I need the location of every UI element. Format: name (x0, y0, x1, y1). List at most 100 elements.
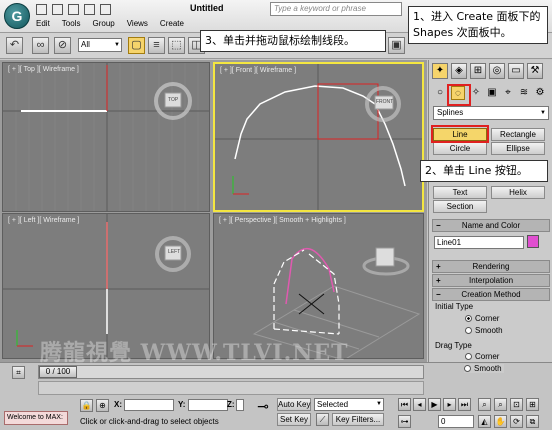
open-file-icon[interactable] (52, 4, 63, 15)
absolute-mode-icon[interactable]: ⊕ (96, 399, 109, 412)
cameras-icon[interactable]: ▣ (485, 86, 499, 100)
time-slider[interactable]: 0 / 100 (38, 365, 424, 379)
field-of-view-icon[interactable]: ◭ (478, 415, 491, 428)
coord-x-field[interactable] (124, 399, 174, 411)
orbit-icon[interactable]: ⟳ (510, 415, 523, 428)
viewcube (375, 247, 395, 267)
viewport-label[interactable]: [ + ][ Perspective ][ Smooth + Highlight… (219, 217, 346, 224)
zoom-icon[interactable]: ⌕ (478, 398, 491, 411)
object-name-field[interactable]: Line01 (434, 236, 524, 249)
systems-icon[interactable]: ⚙ (533, 86, 547, 100)
top-viewport[interactable]: [ + ][ Top ][ Wireframe ] TOP (2, 62, 210, 212)
document-title: Untitled (190, 3, 224, 13)
callout-step1: 1、进入 Create 面板下的 Shapes 次面板中。 (408, 6, 548, 44)
selected-dropdown[interactable]: Selected (314, 398, 384, 411)
maxscript-listener[interactable]: Welcome to MAX: (4, 411, 68, 425)
display-tab-icon[interactable]: ▭ (508, 63, 524, 79)
undo-button[interactable]: ↶ (6, 37, 23, 54)
pan-icon[interactable]: ✋ (494, 415, 507, 428)
creation-method-rollout[interactable]: − Creation Method (432, 288, 550, 301)
previous-frame-icon[interactable]: ◂ (413, 398, 426, 411)
viewport-label[interactable]: [ + ][ Left ][ Wireframe ] (8, 217, 79, 224)
selection-filter-select[interactable]: All (78, 38, 122, 52)
initial-smooth-radio[interactable]: Smooth (465, 326, 503, 335)
viewport-label[interactable]: [ + ][ Front ][ Wireframe ] (220, 67, 296, 74)
key-mode-icon[interactable]: ⊶ (398, 415, 411, 428)
hierarchy-tab-icon[interactable]: ⊞ (470, 63, 486, 79)
select-object-button[interactable]: ▢ (128, 37, 145, 54)
motion-tab-icon[interactable]: ◎ (489, 63, 505, 79)
helix-button[interactable]: Helix (491, 186, 545, 199)
set-key-button[interactable]: Set Key (277, 413, 311, 426)
menu-create[interactable]: Create (160, 19, 184, 32)
default-tangent-icon[interactable]: ⟋ (316, 413, 329, 426)
render-setup-icon[interactable]: ▣ (388, 37, 405, 54)
lights-icon[interactable]: ✧ (469, 86, 483, 100)
track-bar[interactable] (38, 381, 424, 395)
coord-y-field[interactable] (188, 399, 228, 411)
search-input[interactable]: Type a keyword or phrase (270, 2, 402, 16)
command-panel: ✦ ◈ ⊞ ◎ ▭ ⚒ ○ ◌ ✧ ▣ ⌖ ≋ ⚙ Splines Line R… (428, 60, 552, 362)
zoom-extents-icon[interactable]: ⊡ (510, 398, 523, 411)
mini-curve-editor-icon[interactable]: ⌗ (12, 366, 25, 379)
redo-icon[interactable] (100, 4, 111, 15)
play-icon[interactable]: ▶ (428, 398, 441, 411)
drag-type-label: Drag Type (435, 341, 472, 350)
spacewarps-icon[interactable]: ≋ (517, 86, 531, 100)
watermark-text: 腾龍視覺 WWW.TLVI.NET (40, 340, 349, 366)
viewcube-label: LEFT (168, 249, 181, 255)
text-button[interactable]: Text (433, 186, 487, 199)
initial-type-label: Initial Type (435, 302, 474, 311)
menu-group[interactable]: Group (92, 19, 114, 32)
lock-selection-icon[interactable]: 🔒 (80, 399, 93, 412)
drag-smooth-radio[interactable]: Smooth (464, 364, 504, 373)
maximize-viewport-icon[interactable]: ⧉ (526, 415, 539, 428)
helpers-icon[interactable]: ⌖ (501, 86, 515, 100)
initial-corner-radio[interactable]: Corner (465, 314, 499, 323)
coord-z-field[interactable] (236, 399, 244, 411)
app-logo-icon[interactable]: G (4, 3, 30, 29)
rectangle-button[interactable]: Rectangle (491, 128, 545, 141)
highlight-line (431, 125, 489, 143)
next-frame-icon[interactable]: ▸ (443, 398, 456, 411)
circle-button[interactable]: Circle (433, 142, 487, 155)
viewport-label[interactable]: [ + ][ Top ][ Wireframe ] (8, 66, 79, 73)
time-slider-handle[interactable]: 0 / 100 (39, 366, 77, 378)
geometry-icon[interactable]: ○ (433, 86, 447, 100)
menu-edit[interactable]: Edit (36, 19, 50, 32)
viewport-area: [ + ][ Top ][ Wireframe ] TOP [ + ][ Fro… (0, 60, 427, 362)
category-dropdown[interactable]: Splines (433, 106, 549, 120)
select-by-name-icon[interactable]: ≡ (148, 37, 165, 54)
modify-tab-icon[interactable]: ◈ (451, 63, 467, 79)
menu-views[interactable]: Views (127, 19, 148, 32)
zoom-extents-all-icon[interactable]: ⊞ (526, 398, 539, 411)
go-to-start-icon[interactable]: ⏮ (398, 398, 411, 411)
utilities-tab-icon[interactable]: ⚒ (527, 63, 543, 79)
rendering-rollout[interactable]: + Rendering (432, 260, 550, 273)
current-frame-field[interactable]: 0 (438, 415, 474, 428)
undo-icon[interactable] (84, 4, 95, 15)
front-viewport[interactable]: [ + ][ Front ][ Wireframe ] FRONT (213, 62, 424, 212)
menu-tools[interactable]: Tools (62, 19, 81, 32)
drag-corner-radio[interactable]: Corner (465, 352, 499, 361)
interpolation-rollout[interactable]: + Interpolation (432, 274, 550, 287)
name-and-color-rollout[interactable]: − Name and Color (432, 219, 550, 232)
auto-key-button[interactable]: Auto Key (277, 398, 311, 411)
key-icon[interactable]: ⊸ (252, 399, 274, 414)
create-tab-icon[interactable]: ✦ (432, 63, 448, 79)
key-filters-button[interactable]: Key Filters... (332, 413, 384, 426)
select-link-icon[interactable]: ∞ (32, 37, 49, 54)
coord-x-label: X: (114, 400, 122, 409)
zoom-all-icon[interactable]: ⌕ (494, 398, 507, 411)
section-button[interactable]: Section (433, 200, 487, 213)
ellipse-button[interactable]: Ellipse (491, 142, 545, 155)
object-color-swatch[interactable] (527, 235, 539, 248)
rectangular-selection-icon[interactable]: ⬚ (168, 37, 185, 54)
callout-step2: 2、单击 Line 按钮。 (420, 160, 548, 182)
unlink-icon[interactable]: ⊘ (54, 37, 71, 54)
save-file-icon[interactable] (68, 4, 79, 15)
viewcube-label: TOP (168, 97, 179, 103)
viewcube-label: FRONT (376, 99, 394, 105)
new-file-icon[interactable] (36, 4, 47, 15)
go-to-end-icon[interactable]: ⏭ (458, 398, 471, 411)
